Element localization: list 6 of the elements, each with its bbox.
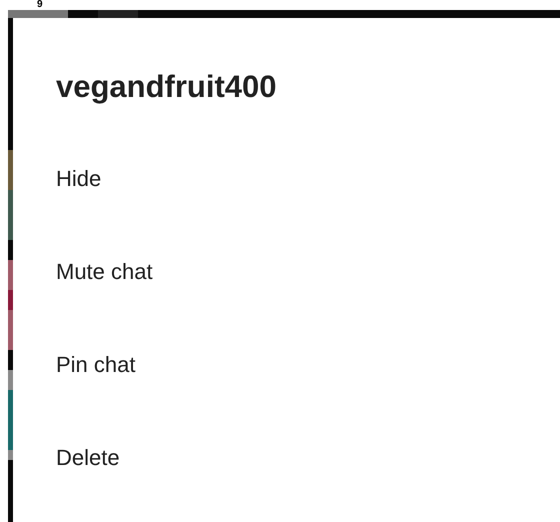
menu-item[interactable]: Hide <box>56 147 102 240</box>
menu-item[interactable]: Pin chat <box>56 333 136 426</box>
status-text: 9 <box>37 0 43 10</box>
dialog-title: vegandfruit400 <box>56 68 278 106</box>
menu-item[interactable]: Mute chat <box>56 240 153 333</box>
menu-item[interactable]: Delete <box>56 426 120 519</box>
